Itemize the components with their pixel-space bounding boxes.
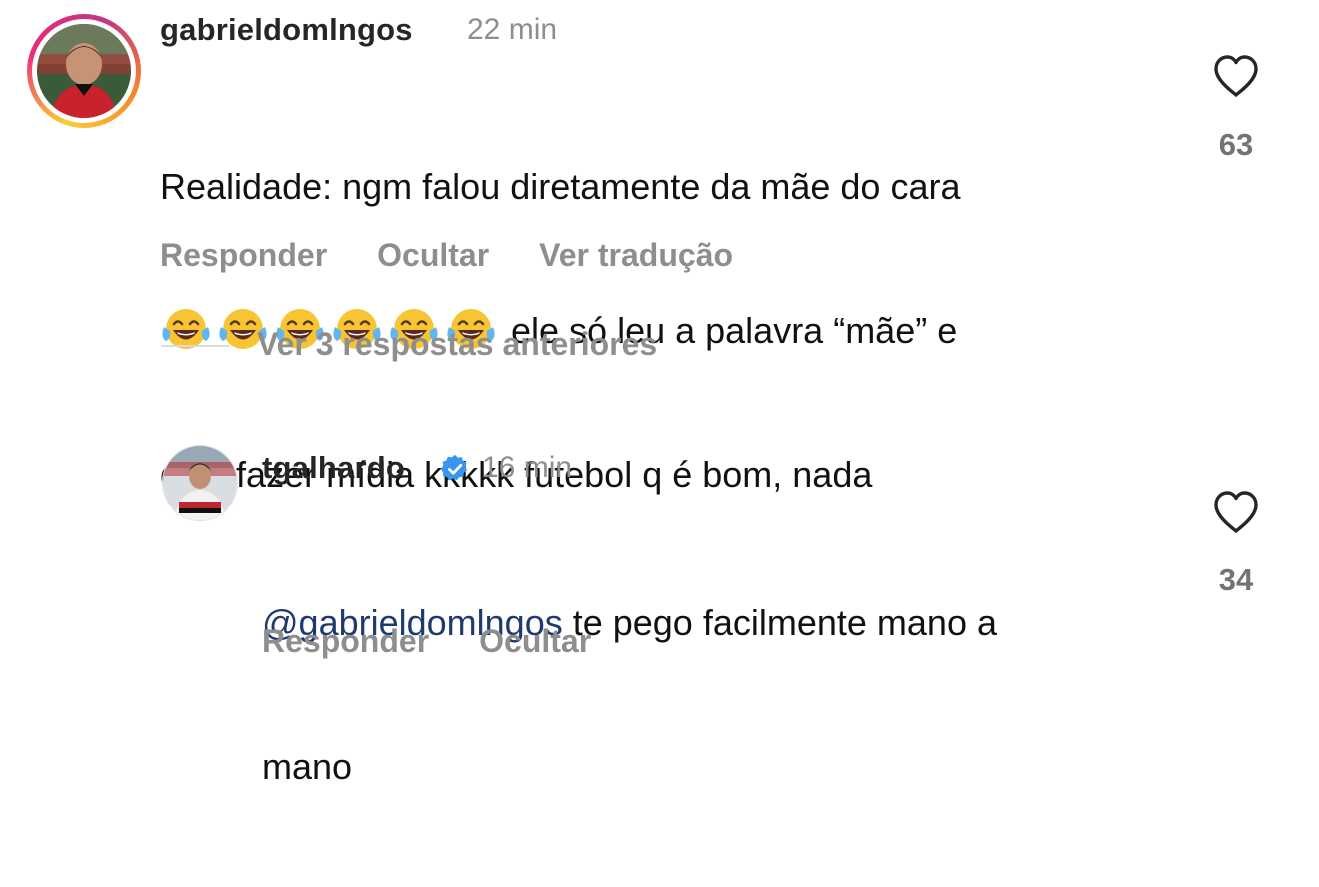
- avatar: [37, 24, 131, 118]
- comment-timestamp: 22 min: [467, 13, 558, 46]
- view-previous-replies-link[interactable]: Ver 3 respostas anteriores: [257, 326, 657, 363]
- comment-text-line-1: Realidade: ngm falou diretamente da mãe …: [160, 166, 961, 207]
- reply-timestamp: 16 min: [482, 451, 573, 484]
- avatar-story-ring[interactable]: [27, 14, 141, 128]
- translate-button[interactable]: Ver tradução: [539, 237, 733, 274]
- reply-text-line-2: mano: [262, 746, 353, 787]
- reply-username[interactable]: tgalhardo: [262, 450, 405, 486]
- like-count: 63: [1218, 127, 1254, 162]
- reply-actions: Responder Ocultar: [262, 623, 591, 660]
- reply-text: @gabrieldomlngos te pego facilmente mano…: [262, 503, 997, 887]
- like-count: 34: [1218, 562, 1254, 597]
- avatar[interactable]: [162, 445, 238, 521]
- heart-icon[interactable]: [1212, 54, 1260, 98]
- comment-username[interactable]: gabrieldomlngos: [160, 12, 413, 48]
- reply-button[interactable]: Responder: [262, 623, 429, 660]
- hide-button[interactable]: Ocultar: [377, 237, 489, 274]
- comment-actions: Responder Ocultar Ver tradução: [160, 237, 733, 274]
- heart-icon[interactable]: [1212, 490, 1260, 534]
- reply-button[interactable]: Responder: [160, 237, 327, 274]
- replies-divider: [161, 345, 229, 347]
- hide-button[interactable]: Ocultar: [479, 623, 591, 660]
- verified-badge-icon: [440, 454, 468, 481]
- reply-text-rest: te pego facilmente mano a: [562, 602, 997, 643]
